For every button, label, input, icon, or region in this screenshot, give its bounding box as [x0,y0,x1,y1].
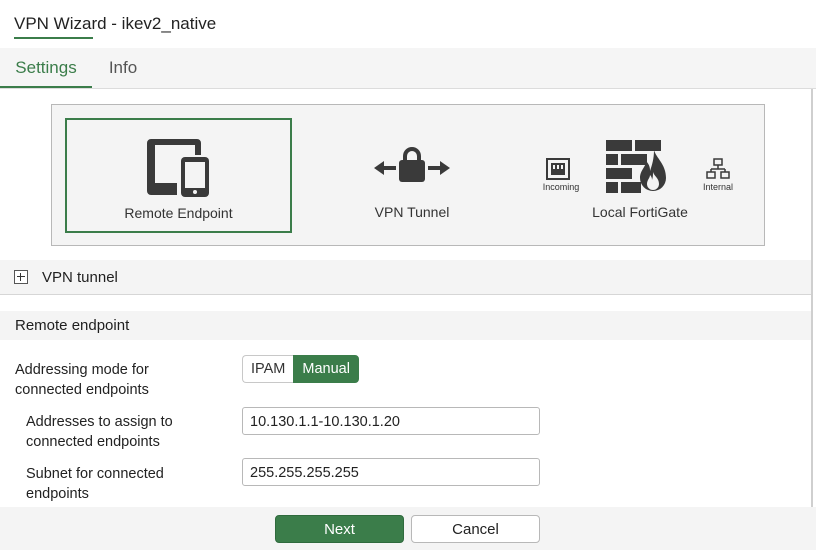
title-underline [14,37,93,39]
incoming-port-icon [546,158,570,183]
remote-endpoint-label: Remote Endpoint [124,205,233,221]
subnet-label: Subnet for connected endpoints [26,464,164,504]
vpn-tunnel-node[interactable]: VPN Tunnel [352,120,472,230]
addressing-mode-toggle: IPAM Manual [242,355,359,383]
tab-settings[interactable]: Settings [0,48,92,88]
firewall-icon [604,138,668,197]
addresses-input[interactable]: 10.130.1.1-10.130.1.20 [242,407,540,435]
addresses-label-line2: connected endpoints [26,434,160,450]
local-fortigate-node[interactable]: Incoming Internal Local FortiGate [532,120,742,230]
topology-diagram: Remote Endpoint VPN Tunnel Incoming Inte… [51,104,765,246]
vpn-tunnel-label: VPN Tunnel [374,204,450,220]
tab-info[interactable]: Info [92,48,154,88]
next-button[interactable]: Next [275,515,404,543]
subnet-label-line1: Subnet for connected [26,466,164,482]
addresses-label: Addresses to assign to connected endpoin… [26,412,173,452]
expand-plus-icon[interactable] [14,270,28,284]
ipam-option[interactable]: IPAM [242,355,294,383]
addresses-label-line1: Addresses to assign to [26,414,173,430]
footer-bar: Next Cancel [0,507,816,550]
incoming-label: Incoming [542,182,580,192]
vpn-tunnel-section-header[interactable]: VPN tunnel [0,260,811,295]
internal-network-icon [706,158,730,183]
addressing-mode-label-line2: connected endpoints [15,382,149,398]
manual-option[interactable]: Manual [293,355,359,383]
internal-label: Internal [702,182,734,192]
remote-endpoint-section-header: Remote endpoint [0,311,811,340]
tab-bar: Settings Info [0,48,816,89]
scrollbar[interactable] [811,89,813,507]
remote-endpoint-section-label: Remote endpoint [15,317,130,334]
cancel-button[interactable]: Cancel [411,515,540,543]
subnet-input[interactable]: 255.255.255.255 [242,458,540,486]
local-fortigate-label: Local FortiGate [592,204,688,220]
addressing-mode-label: Addressing mode for connected endpoints [15,360,149,400]
vpn-tunnel-section-label: VPN tunnel [42,269,118,286]
window-title: VPN Wizard - ikev2_native [14,14,217,33]
subnet-label-line2: endpoints [26,486,89,502]
lock-arrows-icon [374,146,450,189]
addressing-mode-label-line1: Addressing mode for [15,362,149,378]
devices-icon [147,137,211,200]
remote-endpoint-node[interactable]: Remote Endpoint [65,118,292,233]
